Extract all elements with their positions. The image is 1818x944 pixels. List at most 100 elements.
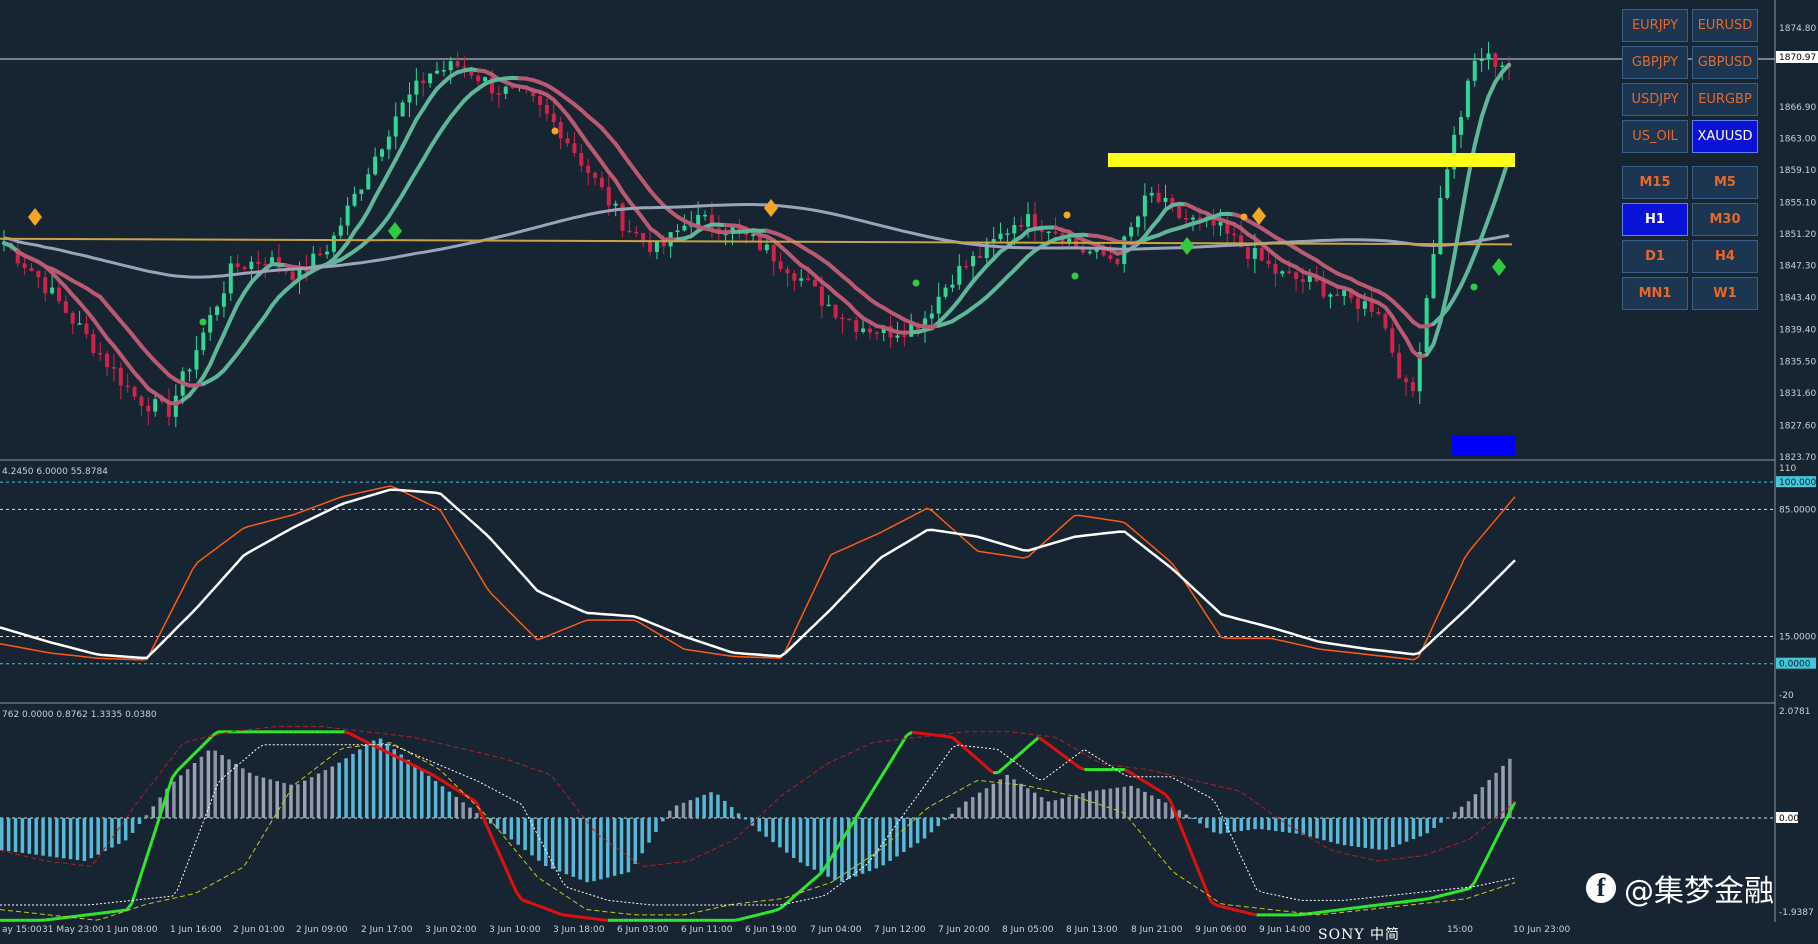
time-axis-label: 7 Jun 04:00 — [810, 925, 862, 935]
macd-signal-segment — [182, 761, 187, 766]
macd-signal-segment — [486, 825, 491, 836]
candle-body — [545, 105, 549, 114]
fast-ma-segment — [1475, 117, 1482, 145]
fast-ma-segment — [238, 292, 245, 304]
macd-histogram-bar — [585, 818, 589, 882]
macd-signal-segment — [816, 873, 821, 877]
timeframe-button-m15[interactable]: M15 — [1622, 166, 1688, 199]
macd-header: 762 0.0000 0.8762 1.3335 0.0380 — [2, 710, 157, 720]
macd-signal-segment — [46, 919, 51, 920]
macd-histogram-bar — [213, 751, 217, 818]
time-axis-label: 15:00 — [1447, 925, 1473, 935]
macd-histogram-bar — [868, 818, 872, 871]
candle-body — [43, 277, 47, 293]
price-axis-label: 1847.30 — [1779, 262, 1816, 272]
timeframe-button-h4[interactable]: H4 — [1692, 240, 1758, 273]
macd-histogram-bar — [1212, 818, 1216, 832]
macd-signal-segment — [1343, 909, 1348, 910]
macd-signal-segment — [1211, 902, 1216, 906]
macd-signal-segment — [877, 776, 882, 784]
candle-body — [243, 267, 247, 269]
macd-signal-segment — [137, 872, 142, 888]
macd-signal-segment — [172, 771, 177, 778]
macd-histogram-bar — [523, 818, 527, 850]
candle-body — [586, 166, 590, 173]
macd-histogram-bar — [992, 784, 996, 818]
candle-body — [36, 271, 40, 277]
candle-body — [1466, 81, 1470, 117]
timeframe-button-w1[interactable]: W1 — [1692, 277, 1758, 310]
fast-ma-segment — [396, 146, 403, 159]
symbol-button-us-oil[interactable]: US_OIL — [1622, 120, 1688, 153]
candle-body — [868, 329, 872, 333]
timeframe-button-h1[interactable]: H1 — [1622, 203, 1688, 236]
symbol-button-eurgbp[interactable]: EURGBP — [1692, 83, 1758, 116]
macd-histogram-bar — [978, 793, 982, 818]
macd-signal-segment — [927, 734, 932, 735]
slow-ma-segment — [1468, 254, 1475, 271]
timeframe-button-m30[interactable]: M30 — [1692, 203, 1758, 236]
candle-body — [353, 194, 357, 206]
macd-histogram-bar — [1102, 789, 1106, 818]
macd-signal-segment — [542, 907, 547, 909]
macd-histogram-bar — [640, 818, 644, 853]
macd-histogram-bar — [1267, 818, 1271, 830]
candle-body — [895, 335, 899, 337]
macd-histogram-bar — [21, 818, 25, 853]
timeframe-button-mn1[interactable]: MN1 — [1622, 277, 1688, 310]
candle-body — [552, 114, 556, 122]
candle-body — [827, 305, 831, 307]
candle-body — [937, 297, 941, 314]
macd-histogram-bar — [1253, 818, 1257, 829]
macd-histogram-bar — [1412, 818, 1416, 839]
macd-signal-segment — [547, 909, 552, 911]
candle-body — [813, 280, 817, 287]
watermark: f @集梦金融 — [1586, 866, 1774, 910]
symbol-button-usdjpy[interactable]: USDJPY — [1622, 83, 1688, 116]
candle-body — [1218, 222, 1222, 225]
macd-histogram-bar — [578, 818, 582, 880]
macd-histogram-bar — [1191, 818, 1195, 819]
macd-histogram-bar — [661, 818, 665, 821]
macd-signal-segment — [1459, 890, 1464, 891]
candle-body — [208, 315, 212, 332]
time-axis-label: 8 Jun 13:00 — [1066, 925, 1118, 935]
symbol-button-eurjpy[interactable]: EURJPY — [1622, 9, 1688, 42]
macd-histogram-bar — [1481, 787, 1485, 818]
candle-body — [1342, 290, 1346, 296]
macd-histogram-bar — [1446, 817, 1450, 818]
watermark-text: @集梦金融 — [1624, 866, 1774, 910]
macd-histogram-bar — [475, 813, 479, 818]
symbol-button-gbpjpy[interactable]: GBPJPY — [1622, 46, 1688, 79]
macd-histogram-bar — [145, 815, 149, 818]
macd-signal-segment — [198, 746, 203, 751]
macd-signal-segment — [1398, 902, 1403, 903]
candle-body — [834, 305, 838, 318]
macd-histogram-bar — [1419, 818, 1423, 836]
macd-histogram-bar — [1501, 766, 1505, 818]
macd-signal-segment — [892, 752, 897, 760]
macd-histogram-bar — [771, 818, 775, 842]
symbol-button-gbpusd[interactable]: GBPUSD — [1692, 46, 1758, 79]
candle-body — [655, 241, 659, 252]
macd-histogram-bar — [324, 770, 328, 818]
axes: 1874.801870.971866.901863.001859.101855.… — [2, 24, 1818, 935]
timeframe-button-d1[interactable]: D1 — [1622, 240, 1688, 273]
symbol-button-xauusd[interactable]: XAUUSD — [1692, 120, 1758, 153]
macd-signal-segment — [937, 735, 942, 736]
macd-signal-segment — [1302, 914, 1307, 915]
macd-signal-segment — [796, 891, 801, 895]
macd-signal-segment — [1348, 908, 1353, 909]
candle-body — [1150, 193, 1154, 196]
macd-signal-segment — [491, 836, 496, 847]
macd-histogram-bar — [709, 792, 713, 818]
macd-signal-segment — [593, 919, 598, 920]
buy-diamond-marker — [388, 222, 402, 240]
candle-body — [1287, 271, 1291, 273]
symbol-button-eurusd[interactable]: EURUSD — [1692, 9, 1758, 42]
macd-histogram-bar — [620, 818, 624, 874]
macd-histogram-bar — [317, 774, 321, 818]
fast-ma-segment — [1461, 179, 1468, 218]
time-axis-label: 7 Jun 20:00 — [938, 925, 990, 935]
timeframe-button-m5[interactable]: M5 — [1692, 166, 1758, 199]
